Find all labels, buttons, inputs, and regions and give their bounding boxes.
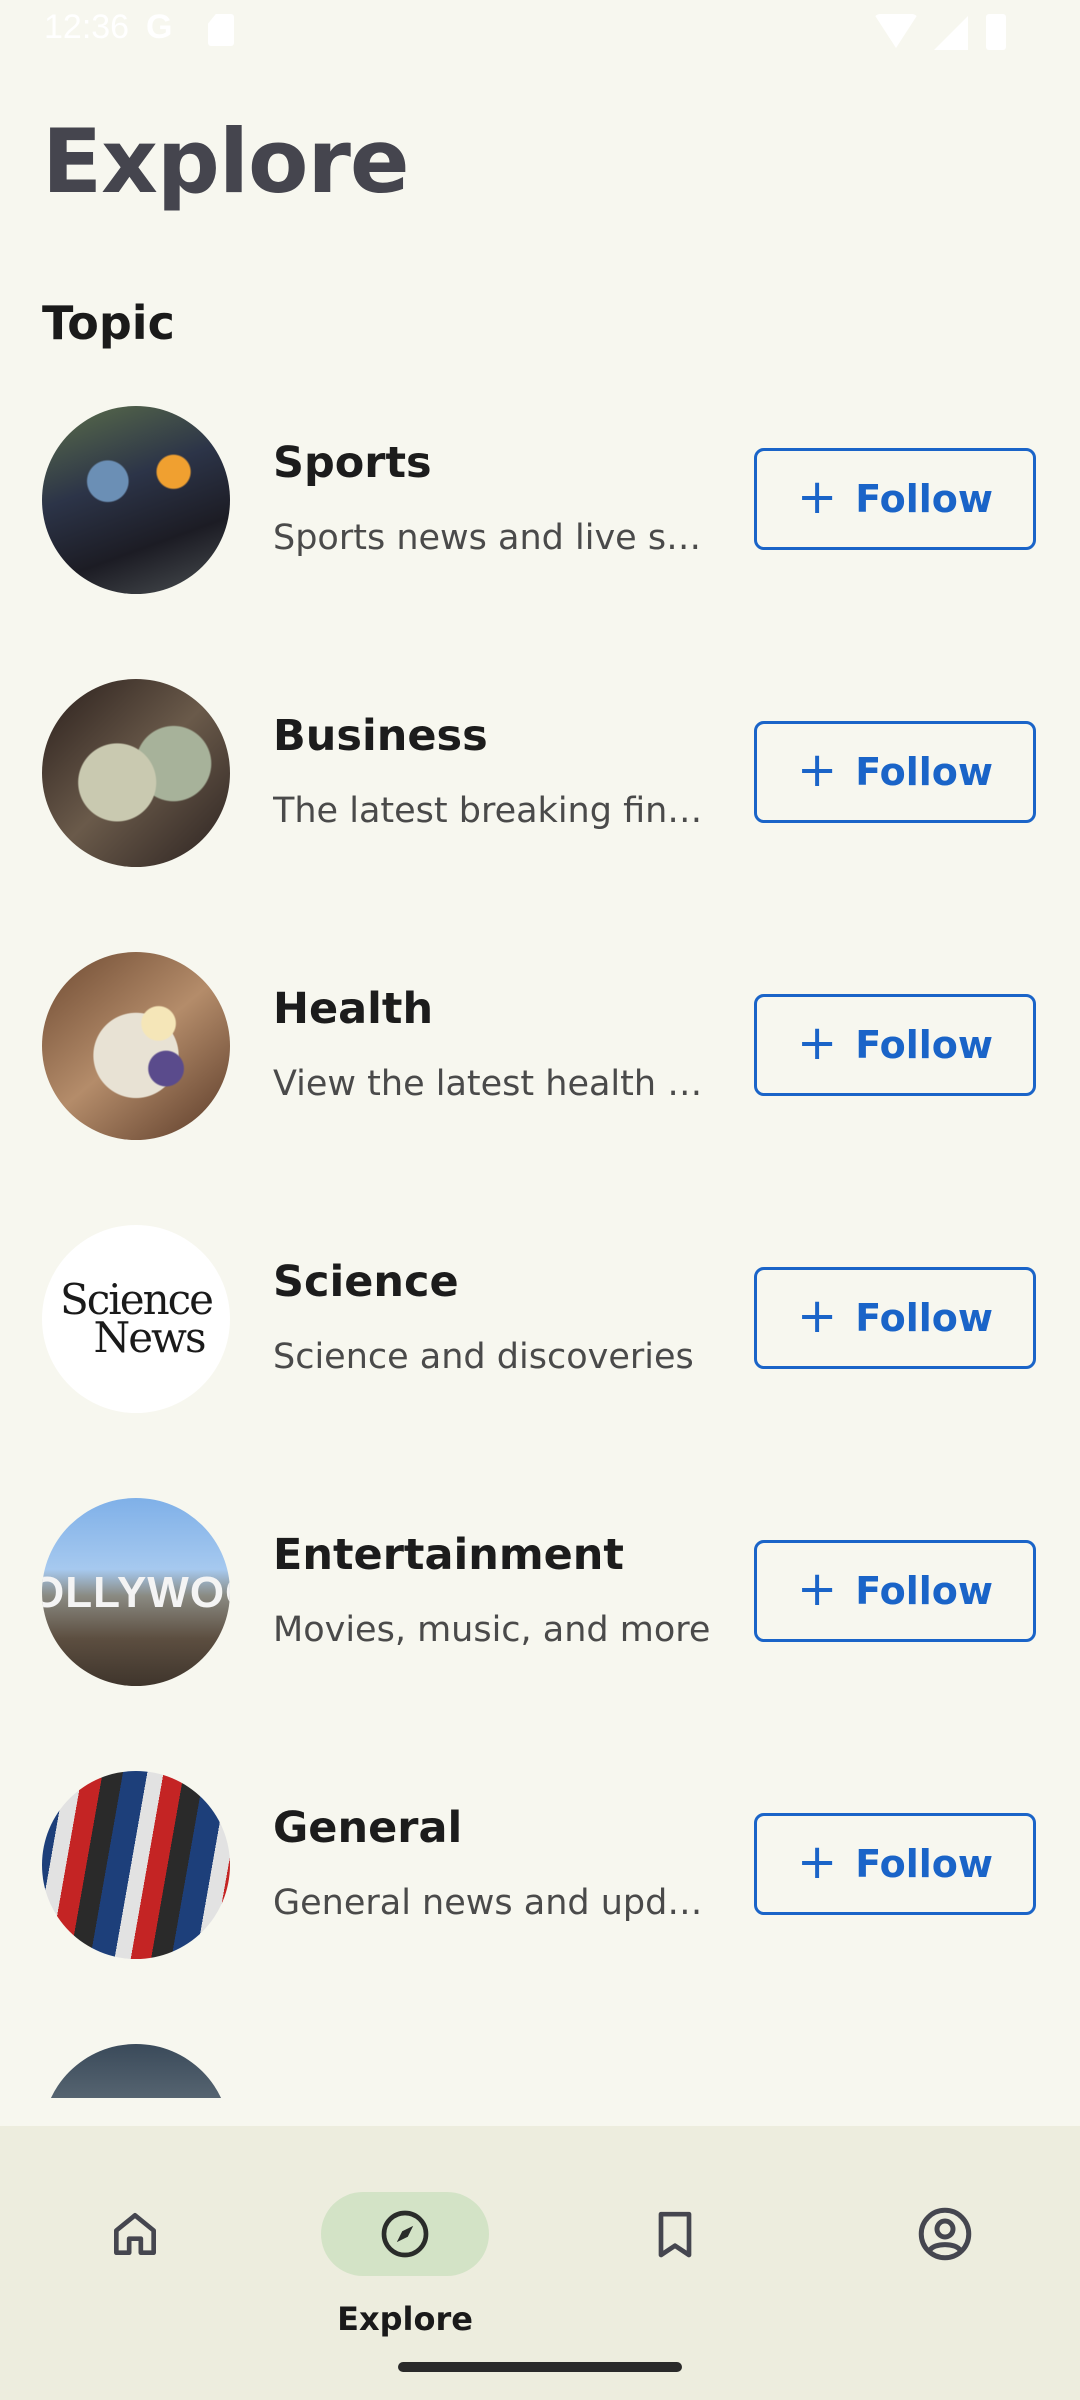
topic-name: Entertainment xyxy=(273,1530,624,1580)
sports-image xyxy=(42,406,230,594)
entertainment-image: OLLYWOO xyxy=(42,1498,230,1686)
section-title: Topic xyxy=(42,296,175,350)
network-type-icon: G xyxy=(146,8,173,46)
topic-description: View the latest health news xyxy=(273,1064,713,1104)
page-title: Explore xyxy=(42,110,410,213)
nav-saved[interactable] xyxy=(590,2160,760,2300)
follow-label: Follow xyxy=(855,750,993,794)
status-time: 12:36 xyxy=(44,8,130,46)
sd-card-icon xyxy=(208,14,234,46)
topic-row-business[interactable]: Business The latest breaking financial n… xyxy=(0,673,1080,946)
follow-button-entertainment[interactable]: + Follow xyxy=(754,1540,1036,1642)
plus-icon: + xyxy=(796,742,838,798)
nav-explore-label: Explore xyxy=(337,2300,473,2338)
follow-button-business[interactable]: + Follow xyxy=(754,721,1036,823)
follow-label: Follow xyxy=(855,1842,993,1886)
plus-icon: + xyxy=(796,1015,838,1071)
topic-row-sports[interactable]: Sports Sports news and live sports cover… xyxy=(0,400,1080,673)
topic-description: Science and discoveries xyxy=(273,1337,694,1377)
topic-description: General news and updates xyxy=(273,1883,713,1923)
compass-icon xyxy=(381,2210,429,2258)
logo-text-line-2: News xyxy=(93,1313,206,1362)
general-image xyxy=(42,1771,230,1959)
business-image xyxy=(42,679,230,867)
topic-description: Sports news and live sports coverage xyxy=(273,518,713,558)
account-circle-icon xyxy=(918,2207,972,2261)
topic-name: Sports xyxy=(273,438,432,488)
hollywood-sign-text: OLLYWOO xyxy=(42,1568,230,1617)
plus-icon: + xyxy=(796,1561,838,1617)
follow-label: Follow xyxy=(855,1023,993,1067)
status-bar: 12:36 G xyxy=(0,0,1080,64)
topic-row-science[interactable]: Science News Science Science and discove… xyxy=(0,1219,1080,1492)
follow-button-sports[interactable]: + Follow xyxy=(754,448,1036,550)
follow-button-general[interactable]: + Follow xyxy=(754,1813,1036,1915)
follow-label: Follow xyxy=(855,1296,993,1340)
follow-label: Follow xyxy=(855,1569,993,1613)
topic-name: Health xyxy=(273,984,434,1034)
plus-icon: + xyxy=(796,1288,838,1344)
home-icon xyxy=(114,2213,157,2255)
nav-home[interactable] xyxy=(50,2160,220,2300)
plus-icon: + xyxy=(796,1834,838,1890)
topic-row-health[interactable]: Health View the latest health news + Fol… xyxy=(0,946,1080,1219)
gesture-home-indicator[interactable] xyxy=(398,2362,682,2372)
science-news-logo: Science News xyxy=(42,1225,230,1413)
follow-button-science[interactable]: + Follow xyxy=(754,1267,1036,1369)
topic-name: Business xyxy=(273,711,488,761)
plus-icon: + xyxy=(796,469,838,525)
partial-topic-image xyxy=(42,2044,230,2098)
cell-signal-icon xyxy=(934,16,968,50)
topic-row-entertainment[interactable]: OLLYWOO Entertainment Movies, music, and… xyxy=(0,1492,1080,1765)
topic-row-partial xyxy=(0,2038,1080,2098)
follow-label: Follow xyxy=(855,477,993,521)
topic-name: Science xyxy=(273,1257,459,1307)
bottom-navigation: Explore xyxy=(0,2126,1080,2400)
bookmark-icon xyxy=(658,2211,692,2258)
topic-list: Sports Sports news and live sports cover… xyxy=(0,400,1080,2098)
topic-description: Movies, music, and more xyxy=(273,1610,711,1650)
topic-name: General xyxy=(273,1803,463,1853)
topic-row-general[interactable]: General General news and updates + Follo… xyxy=(0,1765,1080,2038)
topic-description: The latest breaking financial news xyxy=(273,791,713,831)
nav-profile[interactable] xyxy=(860,2160,1030,2300)
health-image xyxy=(42,952,230,1140)
status-icons xyxy=(874,10,1044,54)
nav-explore[interactable]: Explore xyxy=(320,2160,490,2338)
battery-icon xyxy=(986,14,1006,50)
follow-button-health[interactable]: + Follow xyxy=(754,994,1036,1096)
wifi-icon xyxy=(874,14,918,48)
